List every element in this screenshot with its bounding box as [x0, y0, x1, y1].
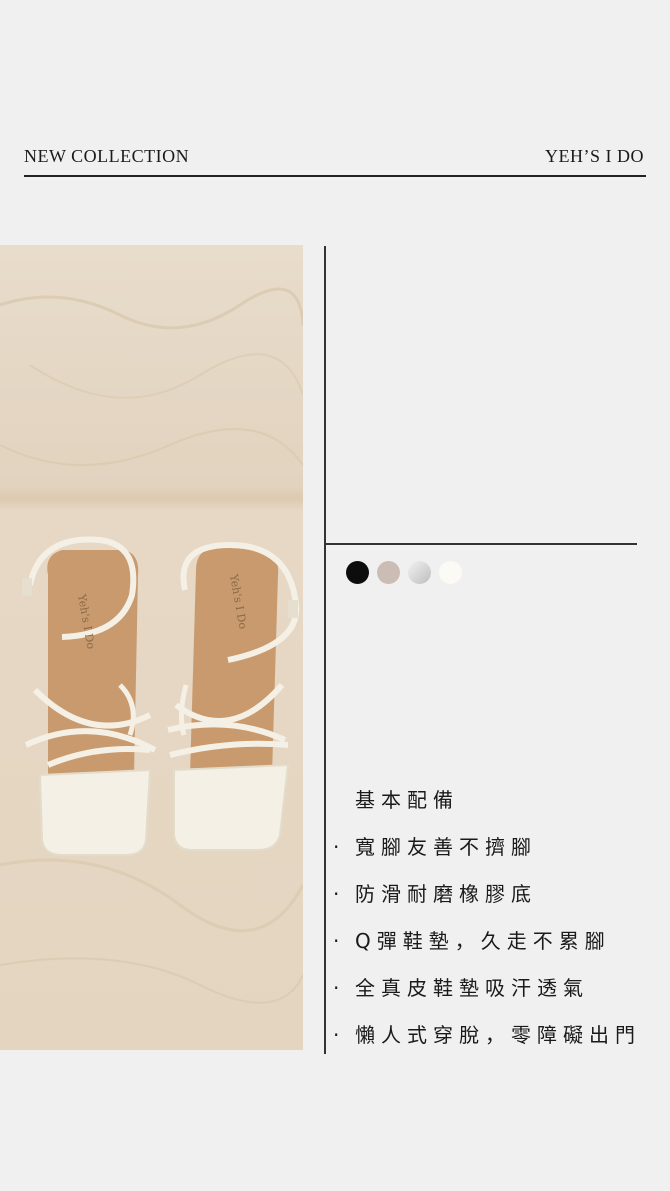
product-photo: Yeh's I Do Yeh's I Do — [0, 245, 303, 1050]
header-divider — [24, 175, 646, 177]
bullet-icon: · — [333, 1023, 340, 1047]
bullet-icon: · — [333, 835, 340, 859]
vertical-divider — [324, 246, 326, 1054]
feature-item: · 防滑耐磨橡膠底 — [333, 880, 641, 927]
feature-list: 基本配備 · 寬腳友善不擠腳 · 防滑耐磨橡膠底 · Q彈鞋墊，久走不累腳 · 全真皮鞋… — [333, 786, 641, 1068]
feature-item: · 全真皮鞋墊吸汗透氣 — [333, 974, 641, 1021]
right-sandal: Yeh's I Do — [167, 541, 300, 851]
feature-item: · 寬腳友善不擠腳 — [333, 833, 641, 880]
horizontal-divider — [324, 543, 637, 545]
bullet-icon: · — [333, 882, 340, 906]
color-swatch-black[interactable] — [346, 561, 369, 584]
color-swatch-silver[interactable] — [408, 561, 431, 584]
color-swatches — [346, 561, 462, 584]
feature-item: · 懶人式穿脫，零障礙出門 — [333, 1021, 641, 1068]
bullet-icon: · — [333, 929, 340, 953]
color-swatch-white[interactable] — [439, 561, 462, 584]
collection-title: NEW COLLECTION — [24, 146, 190, 166]
brand-name: YEH’S I DO — [545, 146, 644, 166]
feature-heading: 基本配備 — [355, 788, 459, 812]
color-swatch-beige[interactable] — [377, 561, 400, 584]
bullet-icon: · — [333, 976, 340, 1000]
left-sandal: Yeh's I Do — [22, 536, 157, 856]
feature-item: · Q彈鞋墊，久走不累腳 — [333, 927, 641, 974]
